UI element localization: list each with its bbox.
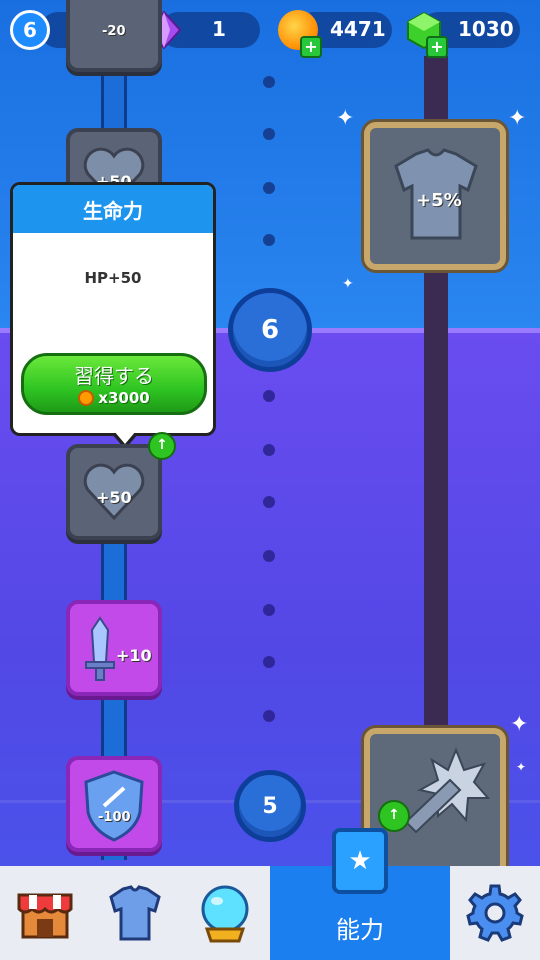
skill-node-hp-selected-value: +50 [96,488,132,507]
nav-tab-settings[interactable] [450,866,540,960]
upgrade-arrow-icon: ↑ [378,800,410,832]
sparkle-icon: ✦ [510,712,529,737]
skill-node-defense-value: -100 [98,810,131,825]
star-card-icon: ★ [332,828,388,894]
tooltip-title: 生命力 [13,185,213,233]
dagger-burst-icon [404,747,490,834]
tier-level-badge-next: 5 [234,770,306,842]
player-level-badge[interactable]: 6 [10,10,50,50]
gem-count: 1 [212,17,226,41]
gear-icon [466,884,524,942]
coin-icon-small [78,390,95,406]
armor-icon [109,885,161,941]
skill-node-armor-value: +5% [416,190,462,211]
add-cubes-button[interactable]: + [426,36,448,58]
nav-tab-equipment[interactable] [90,866,180,960]
skill-node-top-value: -20 [102,24,126,39]
coin-count: 4471 [330,17,386,41]
skill-node-top[interactable]: -20 [66,0,162,72]
nav-tab-crystal[interactable] [180,866,270,960]
sparkle-icon: ✦ [336,106,355,131]
add-coins-button[interactable]: + [300,36,322,58]
cost-value: x3000 [98,389,150,407]
learn-skill-button[interactable]: 習得する x3000 [21,353,207,415]
crystal-ball-icon [201,885,249,943]
sparkle-icon: ✦ [508,106,527,131]
cube-count: 1030 [458,17,514,41]
tier-level-badge-current: 6 [228,288,312,372]
tooltip-description: HP+50 [84,269,142,287]
skill-node-attack-value: +10 [116,646,152,665]
skill-node-hp-selected[interactable]: +50 [66,444,162,540]
skill-node-attack[interactable]: +10 [66,600,162,696]
learn-skill-label: 習得する [74,364,154,388]
shield-icon [84,770,144,842]
skill-node-defense[interactable]: -100 [66,756,162,852]
sparkle-icon: ✦ [342,276,354,292]
upgrade-arrow-icon: ↑ [148,432,176,460]
learn-skill-cost: x3000 [24,389,204,407]
nav-tab-shop[interactable] [0,866,90,960]
nav-tab-abilities-label: 能力 [336,916,384,944]
shop-icon [17,893,73,939]
sword-icon [85,616,115,681]
skill-node-armor[interactable]: +5% [364,122,506,270]
sparkle-icon: ✦ [516,760,527,774]
skill-tooltip: 生命力 HP+50 習得する x3000 [10,182,216,449]
